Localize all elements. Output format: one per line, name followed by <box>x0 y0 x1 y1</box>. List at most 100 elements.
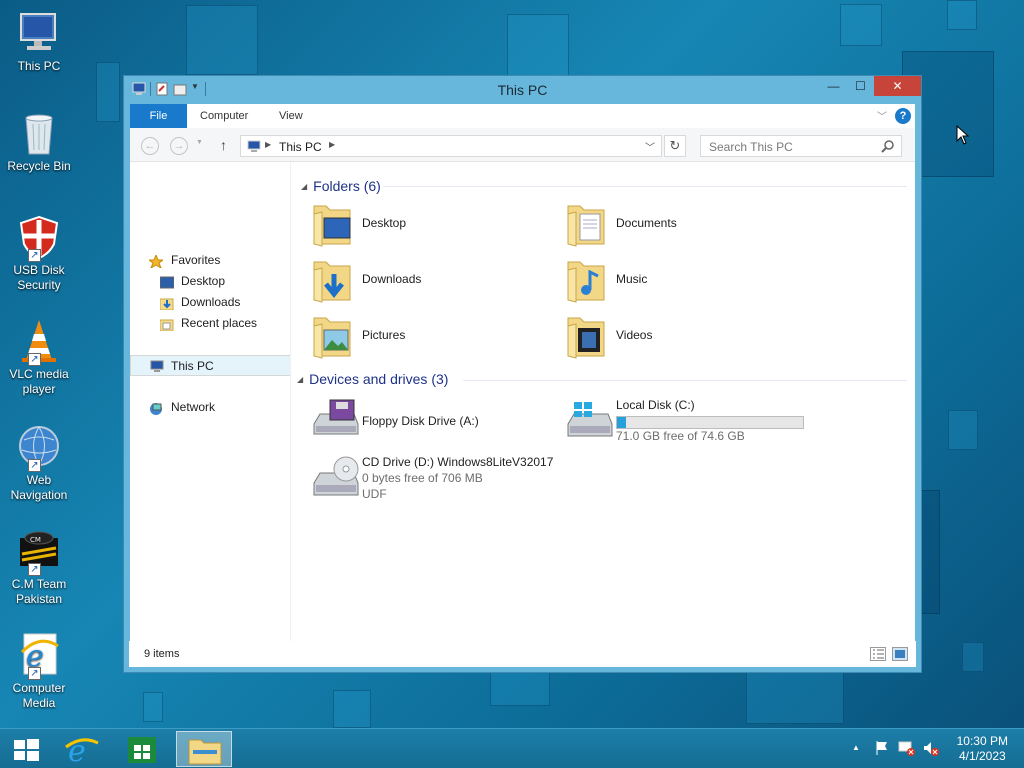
wallpaper-square <box>143 692 163 722</box>
collapse-triangle-icon: ◢ <box>301 182 308 191</box>
nav-favorites[interactable]: Favorites <box>130 250 290 271</box>
tab-view[interactable]: View <box>266 104 316 128</box>
wallpaper-square <box>948 410 978 450</box>
globe-icon: ↗ <box>16 424 62 472</box>
large-icons-view-icon[interactable] <box>892 647 908 661</box>
nav-label: Recent places <box>181 316 258 330</box>
window-controls: — ☐ ✕ <box>820 76 921 96</box>
recent-places-icon <box>159 317 174 332</box>
drive-local-c[interactable]: Local Disk (C:) 71.0 GB free of 74.6 GB <box>552 398 812 450</box>
search-input[interactable]: Search This PC <box>700 135 902 157</box>
folder-pictures[interactable]: Pictures <box>298 312 548 364</box>
group-divider <box>383 186 907 187</box>
desktop-icon-label: Computer Media <box>12 681 66 710</box>
nav-this-pc[interactable]: This PC <box>130 355 294 376</box>
drive-label: CD Drive (D:) Windows8LiteV32017 <box>362 455 554 469</box>
desktop-icon-usb-disk-security[interactable]: ↗ USB Disk Security <box>2 214 76 293</box>
folder-label: Documents <box>616 216 677 230</box>
nav-label: Downloads <box>181 295 241 309</box>
group-header-devices[interactable]: ◢ Devices and drives (3) <box>297 371 448 387</box>
network-disconnected-icon[interactable] <box>898 740 916 759</box>
nav-recent-places[interactable]: Recent places <box>130 313 290 334</box>
drive-free-space: 0 bytes free of 706 MB <box>362 471 483 485</box>
help-button[interactable]: ? <box>895 108 911 124</box>
desktop-icon-label: Web Navigation <box>10 473 68 502</box>
expand-ribbon-icon[interactable]: ﹀ <box>877 108 887 123</box>
wallpaper-square <box>920 490 940 614</box>
breadcrumb-chevron-icon[interactable]: ▶ <box>329 140 335 149</box>
drive-free-space: 71.0 GB free of 74.6 GB <box>616 429 745 443</box>
explorer-window: ▼ This PC — ☐ ✕ File Computer View ﹀ ? ←… <box>123 75 922 673</box>
system-clock[interactable]: 10:30 PM 4/1/2023 <box>957 734 1008 764</box>
folder-music[interactable]: Music <box>552 256 802 308</box>
forward-button[interactable]: → <box>170 137 188 155</box>
title-bar[interactable]: ▼ This PC — ☐ ✕ <box>124 76 921 104</box>
address-toolbar: ← → ▼ ↑ ▶ This PC ▶ ﹀ ↻ Search This PC <box>130 128 915 162</box>
computer-icon <box>247 140 261 152</box>
nav-downloads[interactable]: Downloads <box>130 292 290 313</box>
address-bar[interactable]: ▶ This PC ▶ ﹀ <box>240 135 662 157</box>
desktop-icon <box>159 275 175 289</box>
mouse-pointer-icon <box>956 124 970 148</box>
drive-usage-fill <box>617 417 626 428</box>
address-dropdown-icon[interactable]: ﹀ <box>645 139 655 154</box>
folder-label: Pictures <box>362 328 406 342</box>
desktop-icon-recycle-bin[interactable]: Recycle Bin <box>2 110 76 174</box>
minimize-button[interactable]: — <box>820 76 847 96</box>
computer-icon <box>150 359 164 372</box>
tab-computer[interactable]: Computer <box>187 104 261 128</box>
taskbar-store[interactable] <box>114 731 170 767</box>
nav-label: Network <box>171 400 216 414</box>
desktop-icon-vlc[interactable]: ↗ VLC media player <box>2 318 76 397</box>
breadcrumb[interactable]: This PC <box>279 140 322 154</box>
wallpaper-square <box>962 642 984 672</box>
wallpaper-square <box>333 690 371 728</box>
drive-cd-d[interactable]: CD Drive (D:) Windows8LiteV32017 0 bytes… <box>298 455 558 507</box>
wallpaper-square <box>490 670 550 706</box>
taskbar-internet-explorer[interactable]: e <box>54 731 110 768</box>
group-header-folders[interactable]: ◢ Folders (6) <box>301 178 381 194</box>
nav-label: Desktop <box>181 274 226 288</box>
close-button[interactable]: ✕ <box>874 76 921 96</box>
desktop-icon-web-navigation[interactable]: ↗ Web Navigation <box>2 424 76 503</box>
clock-date: 4/1/2023 <box>958 749 1006 763</box>
clock-time: 10:30 PM <box>956 734 1008 748</box>
taskbar: e ▲ 10:30 PM 4/1/2023 <box>0 728 1024 768</box>
desktop-icon-label: C.M Team Pakistan <box>11 577 67 606</box>
folder-label: Music <box>616 272 648 286</box>
action-center-flag-icon[interactable] <box>874 740 890 759</box>
breadcrumb-chevron-icon[interactable]: ▶ <box>265 140 271 149</box>
nav-desktop[interactable]: Desktop <box>130 271 290 292</box>
svg-text:CM: CM <box>30 536 41 544</box>
nav-label: This PC <box>171 359 214 373</box>
folder-pictures-icon <box>310 312 354 360</box>
windows-drive-icon <box>564 398 613 446</box>
cm-team-icon: CM ↗ <box>16 528 62 576</box>
folder-documents[interactable]: Documents <box>552 200 802 252</box>
show-hidden-icons-button[interactable]: ▲ <box>852 743 860 752</box>
maximize-button[interactable]: ☐ <box>847 76 874 96</box>
details-view-icon[interactable] <box>870 647 886 661</box>
internet-explorer-icon: e <box>65 734 99 768</box>
folder-downloads[interactable]: Downloads <box>298 256 548 308</box>
taskbar-file-explorer[interactable] <box>176 731 232 767</box>
back-button[interactable]: ← <box>141 137 159 155</box>
shortcut-arrow-icon: ↗ <box>28 563 41 576</box>
start-button[interactable] <box>0 731 56 767</box>
drive-floppy-a[interactable]: Floppy Disk Drive (A:) <box>298 398 548 450</box>
desktop-icon-cm-team[interactable]: CM ↗ C.M Team Pakistan <box>2 528 76 607</box>
up-button[interactable]: ↑ <box>220 137 227 153</box>
nav-network[interactable]: Network <box>130 397 290 418</box>
folder-desktop[interactable]: Desktop <box>298 200 548 252</box>
folder-videos[interactable]: Videos <box>552 312 802 364</box>
refresh-button[interactable]: ↻ <box>664 135 686 157</box>
recent-locations-icon[interactable]: ▼ <box>196 139 203 146</box>
desktop-icon-computer-media[interactable]: e ↗ Computer Media <box>2 632 76 711</box>
folder-label: Videos <box>616 328 653 342</box>
wallpaper-square <box>840 4 882 46</box>
volume-muted-icon[interactable] <box>922 740 940 759</box>
wallpaper-square <box>507 14 569 76</box>
tab-file[interactable]: File <box>130 104 187 128</box>
desktop-icon-this-pc[interactable]: This PC <box>2 10 76 74</box>
windows-logo-icon <box>14 739 39 761</box>
